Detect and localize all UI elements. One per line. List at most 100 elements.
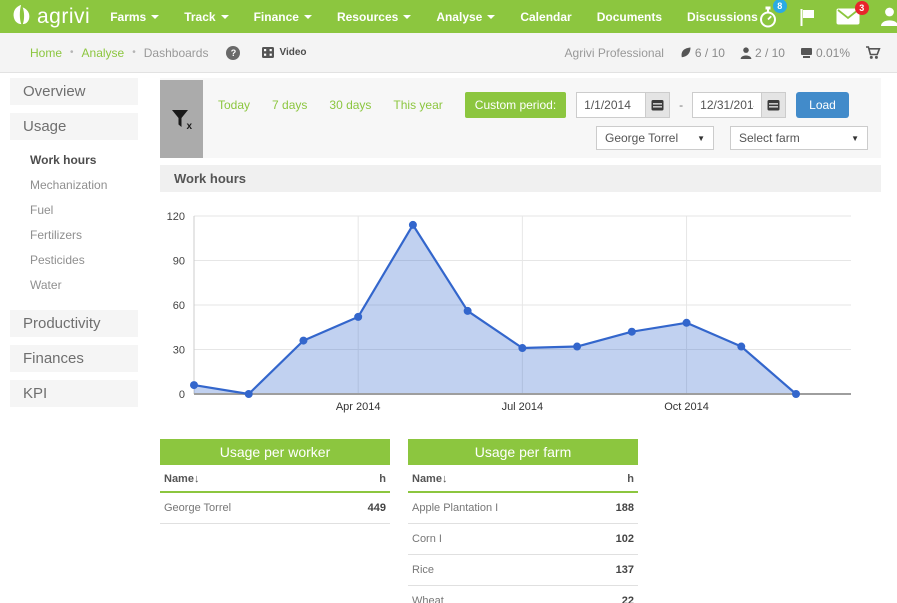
breadcrumb-home[interactable]: Home [30, 46, 62, 60]
menu-discussions[interactable]: Discussions [687, 10, 758, 24]
sort-by-name-header[interactable]: Name↓ [412, 473, 447, 485]
custom-period-button[interactable]: Custom period: [465, 92, 566, 118]
storage-quota: 0.01% [800, 46, 850, 60]
menu-track[interactable]: Track [184, 10, 228, 24]
farm-name: Corn I [412, 533, 442, 545]
chart-point[interactable] [628, 328, 636, 336]
plan-info: Agrivi Professional 6 / 10 2 / 10 0.01% [565, 45, 881, 60]
usage-per-worker-table: Usage per worker Name↓ h George Torrel 4… [160, 439, 390, 603]
chart-point[interactable] [737, 343, 745, 351]
table-row: George Torrel 449 [160, 493, 390, 524]
leaf-logo-icon [10, 3, 33, 31]
svg-text:Jul 2014: Jul 2014 [502, 401, 544, 413]
date-range-separator: - [679, 98, 683, 112]
sidebar-item-pesticides[interactable]: Pesticides [10, 248, 138, 273]
sidebar-item-fuel[interactable]: Fuel [10, 198, 138, 223]
menu-farms[interactable]: Farms [110, 10, 159, 24]
chevron-down-icon [304, 15, 312, 19]
menu-documents[interactable]: Documents [597, 10, 662, 24]
cart-icon[interactable] [865, 45, 881, 60]
top-navbar: agrivi Farms Track Finance Resources Ana… [0, 0, 897, 33]
worker-name: George Torrel [164, 502, 231, 514]
alarm-badge: 8 [773, 0, 787, 13]
menu-finance[interactable]: Finance [254, 10, 312, 24]
breadcrumb-current: Dashboards [144, 46, 209, 60]
chart-point[interactable] [518, 344, 526, 352]
storage-icon [800, 46, 813, 59]
period-this-year-link[interactable]: This year [393, 98, 442, 112]
chart-point[interactable] [190, 381, 198, 389]
film-icon [262, 47, 274, 58]
worker-select-value: George Torrel [605, 131, 678, 145]
sidebar: Overview Usage Work hours Mechanization … [10, 78, 138, 415]
calendar-icon[interactable] [762, 92, 786, 118]
sidebar-item-water[interactable]: Water [10, 273, 138, 298]
sidebar-item-kpi[interactable]: KPI [10, 380, 138, 407]
chart-point[interactable] [792, 390, 800, 398]
usage-submenu: Work hours Mechanization Fuel Fertilizer… [10, 148, 138, 298]
table-header-row: Name↓ h [408, 465, 638, 493]
sidebar-item-overview[interactable]: Overview [10, 78, 138, 105]
breadcrumb-analyse[interactable]: Analyse [82, 46, 125, 60]
sidebar-item-work-hours[interactable]: Work hours [10, 148, 138, 173]
sidebar-item-mechanization[interactable]: Mechanization [10, 173, 138, 198]
chart-point[interactable] [573, 343, 581, 351]
alarm-clock-icon[interactable]: 8 [758, 6, 778, 28]
period-30days-link[interactable]: 30 days [329, 98, 371, 112]
sidebar-item-productivity[interactable]: Productivity [10, 310, 138, 337]
table-row: Corn I 102 [408, 524, 638, 555]
menu-resources[interactable]: Resources [337, 10, 411, 24]
farm-name: Wheat [412, 595, 444, 603]
chevron-down-icon [151, 15, 159, 19]
chart-point[interactable] [464, 307, 472, 315]
sort-by-name-header[interactable]: Name↓ [164, 473, 199, 485]
period-filter-row: Today 7 days 30 days This year Custom pe… [218, 92, 849, 118]
svg-text:Apr 2014: Apr 2014 [336, 401, 381, 413]
period-today-link[interactable]: Today [218, 98, 250, 112]
hours-column-header: h [379, 473, 386, 485]
mail-badge: 3 [855, 1, 869, 15]
table-row: Wheat 22 [408, 586, 638, 603]
flag-icon[interactable] [798, 7, 816, 27]
agrivi-logo[interactable]: agrivi [0, 3, 110, 31]
chart-point[interactable] [299, 337, 307, 345]
person-icon [880, 7, 897, 26]
menu-analyse[interactable]: Analyse [436, 10, 495, 24]
svg-text:90: 90 [173, 256, 185, 268]
leaf-icon [679, 46, 692, 59]
table-title: Usage per worker [160, 439, 390, 465]
sidebar-item-finances[interactable]: Finances [10, 345, 138, 372]
clear-filter-button[interactable]: x [160, 80, 203, 158]
load-button[interactable]: Load [796, 92, 849, 118]
farm-select[interactable]: Select farm ▼ [730, 126, 868, 150]
svg-text:Oct 2014: Oct 2014 [664, 401, 709, 413]
work-hours-chart[interactable]: 0306090120Apr 2014Jul 2014Oct 2014 [160, 201, 880, 416]
usage-tables: Usage per worker Name↓ h George Torrel 4… [160, 439, 881, 603]
mail-icon[interactable]: 3 [836, 8, 860, 25]
user-menu[interactable] [880, 7, 897, 26]
menu-calendar[interactable]: Calendar [520, 10, 571, 24]
date-to-input[interactable] [692, 92, 762, 118]
worker-select[interactable]: George Torrel ▼ [596, 126, 714, 150]
svg-text:120: 120 [167, 211, 185, 223]
chart-point[interactable] [245, 390, 253, 398]
farm-hours: 22 [622, 595, 634, 603]
sidebar-item-usage[interactable]: Usage [10, 113, 138, 140]
filter-area: x Today 7 days 30 days This year Custom … [160, 78, 881, 158]
date-from-group [576, 92, 670, 118]
worker-hours: 449 [368, 502, 386, 514]
sort-arrow-icon: ↓ [194, 473, 200, 485]
chevron-down-icon [403, 15, 411, 19]
chart-point[interactable] [354, 313, 362, 321]
period-7days-link[interactable]: 7 days [272, 98, 307, 112]
farm-name: Rice [412, 564, 434, 576]
help-icon[interactable]: ? [226, 46, 240, 60]
sidebar-item-fertilizers[interactable]: Fertilizers [10, 223, 138, 248]
video-tutorial-link[interactable]: Video [262, 47, 306, 58]
breadcrumb-separator: • [70, 47, 74, 58]
farm-select-value: Select farm [739, 131, 800, 145]
date-from-input[interactable] [576, 92, 646, 118]
calendar-icon[interactable] [646, 92, 670, 118]
chart-point[interactable] [409, 221, 417, 229]
chart-point[interactable] [683, 319, 691, 327]
